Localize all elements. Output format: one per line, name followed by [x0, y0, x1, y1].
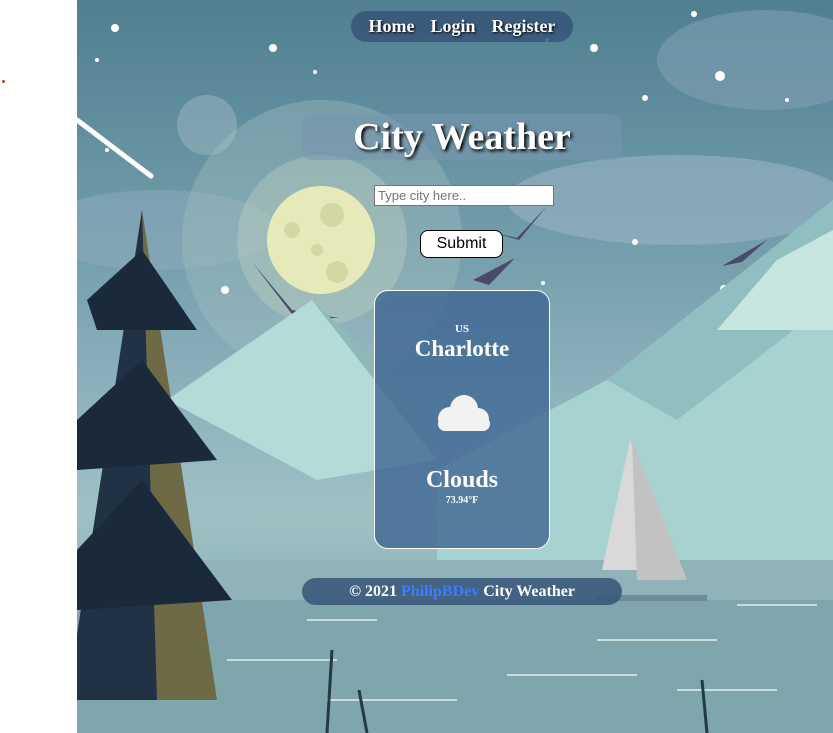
submit-button[interactable]: Submit — [420, 230, 503, 258]
stray-dot — [2, 80, 5, 83]
weather-condition: Clouds — [425, 467, 499, 493]
author-link[interactable]: PhilipBDev — [401, 583, 479, 601]
city-search-input[interactable] — [374, 185, 554, 206]
footer-app-name: City Weather — [483, 582, 575, 600]
title-banner: City Weather — [302, 114, 622, 160]
page-title: City Weather — [353, 116, 571, 158]
footer-copyright: © 2021 — [349, 582, 398, 600]
city-name: Charlotte — [414, 336, 510, 361]
temperature: 73.94°F — [445, 495, 479, 506]
top-nav: Home Login Register — [351, 11, 573, 42]
weather-card: US Charlotte Clouds 73.94°F — [374, 290, 550, 549]
background-scene: Home Login Register City Weather Submit … — [77, 0, 833, 733]
nav-register-link[interactable]: Register — [492, 16, 556, 37]
country-code: US — [454, 323, 470, 335]
nav-login-link[interactable]: Login — [430, 16, 475, 37]
footer: © 2021 PhilipBDev City Weather — [302, 578, 622, 605]
cloud-icon — [438, 395, 490, 431]
nav-home-link[interactable]: Home — [369, 16, 415, 37]
